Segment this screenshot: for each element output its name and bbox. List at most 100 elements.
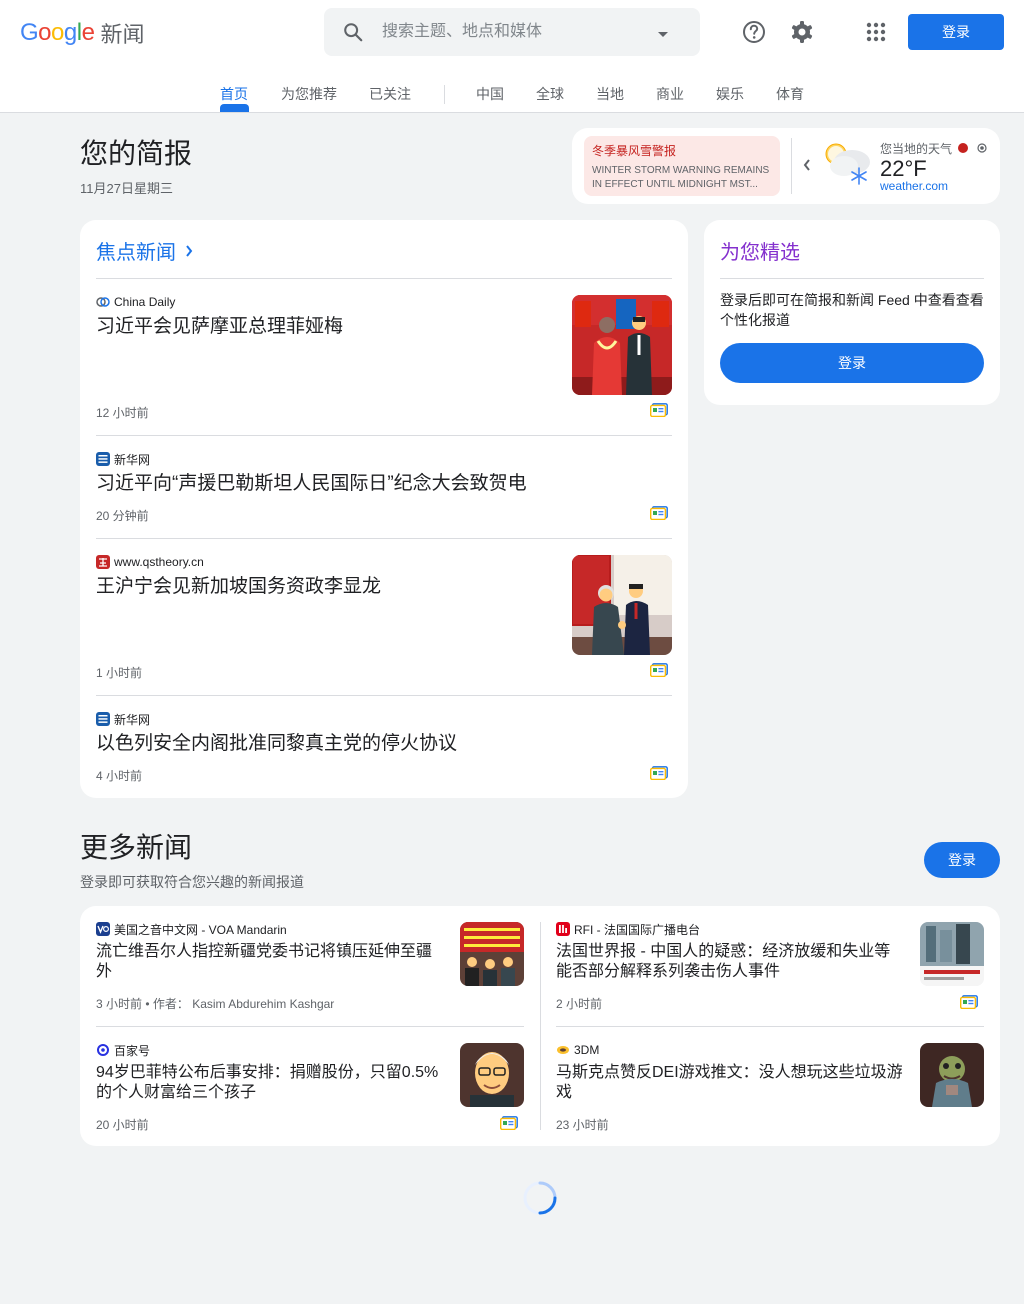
story-card[interactable]: China Daily 习近平会见萨摩亚总理菲娅梅 12 小时前 [96, 295, 672, 423]
rfi-logo-icon [556, 922, 570, 936]
story-card[interactable]: 3DM 马斯克点赞反DEI游戏推文：没人想玩这些垃圾游戏 23 小时前 [556, 1043, 984, 1139]
picks-description: 登录后即可在简报和新闻 Feed 中查看查看个性化报道 [720, 292, 984, 328]
congress-photo [460, 922, 524, 986]
full-coverage-icon[interactable] [960, 995, 978, 1009]
3dm-logo-icon [557, 1046, 569, 1054]
source-name: 3DM [574, 1043, 600, 1057]
weather-alert[interactable]: 冬季暴风雪警报 WINTER STORM WARNING REMAINS IN … [584, 136, 780, 196]
source-name: 百家号 [114, 1043, 151, 1058]
source-name: 新华网 [114, 452, 151, 467]
dropdown-icon[interactable] [658, 32, 668, 37]
tab-home[interactable]: 首页 [220, 84, 248, 104]
story-card[interactable]: www.qstheory.cn 王沪宁会见新加坡国务资政李显龙 1 小时前 [96, 555, 672, 683]
loading-spinner-icon [523, 1181, 557, 1215]
story-thumbnail[interactable] [460, 1043, 524, 1107]
full-coverage-icon[interactable] [650, 766, 668, 780]
story-headline[interactable]: 马斯克点赞反DEI游戏推文：没人想玩这些垃圾游戏 [556, 1063, 906, 1103]
full-coverage-icon[interactable] [500, 1116, 518, 1130]
source-name: 新华网 [114, 712, 151, 727]
google-news-logo[interactable]: Google 新闻 [20, 18, 144, 48]
weather-source-link[interactable]: weather.com [880, 179, 948, 193]
more-news-subtitle: 登录即可获取符合您兴趣的新闻报道 [80, 874, 304, 890]
top-stories-card: 焦点新闻 China Daily 习近平会见萨摩亚总理菲娅梅 12 小时前 新华… [80, 220, 688, 798]
top-stories-heading[interactable]: 焦点新闻 [96, 236, 194, 265]
handshake-photo [572, 555, 672, 655]
divider [96, 278, 672, 279]
story-time: 4 小时前 [96, 769, 143, 783]
picks-login-button[interactable]: 登录 [720, 343, 984, 383]
meeting-photo [572, 295, 672, 395]
picks-title: 为您精选 [720, 242, 800, 264]
story-card[interactable]: 新华网 以色列安全内阁批准同黎真主党的停火协议 4 小时前 [96, 712, 672, 783]
tab-following[interactable]: 已关注 [369, 84, 411, 104]
tab-divider [444, 85, 445, 104]
help-icon[interactable] [740, 18, 768, 46]
top-bar: Google 新闻 登录 首页 为您推荐 [0, 0, 1024, 113]
story-headline[interactable]: 法国世界报 - 中国人的疑惑：经济放缓和失业等能否部分解释系列袭击伤人事件 [556, 942, 906, 982]
divider [96, 695, 672, 696]
source-name: www.qstheory.cn [114, 555, 204, 569]
search-box[interactable] [324, 8, 700, 56]
picks-for-you-card: 为您精选 登录后即可在简报和新闻 Feed 中查看查看个性化报道 登录 [704, 220, 1000, 405]
xinhua-logo-icon [96, 712, 110, 726]
tab-world[interactable]: 全球 [536, 84, 564, 104]
snow-weather-icon [825, 143, 870, 185]
chevron-left-icon[interactable] [802, 158, 812, 172]
story-thumbnail[interactable] [572, 555, 672, 655]
story-thumbnail[interactable] [920, 922, 984, 986]
story-headline[interactable]: 习近平会见萨摩亚总理菲娅梅 [96, 315, 546, 339]
divider [720, 278, 984, 279]
full-coverage-icon[interactable] [650, 663, 668, 677]
story-time: 23 小时前 [556, 1118, 609, 1132]
story-headline[interactable]: 王沪宁会见新加坡国务资政李显龙 [96, 575, 546, 599]
tab-sports[interactable]: 体育 [776, 84, 804, 104]
full-coverage-icon[interactable] [650, 506, 668, 520]
story-headline[interactable]: 流亡维吾尔人指控新疆党委书记将镇压延伸至疆外 [96, 942, 446, 982]
full-coverage-icon[interactable] [650, 403, 668, 417]
weather-divider [791, 138, 792, 194]
source-name: China Daily [114, 295, 176, 309]
story-time: 1 小时前 [96, 666, 143, 680]
weather-label: 您当地的天气 [880, 142, 953, 156]
settings-icon[interactable] [788, 18, 816, 46]
story-source: 新华网 [96, 712, 672, 727]
story-card[interactable]: 美国之音中文网 - VOA Mandarin 流亡维吾尔人指控新疆党委书记将镇压… [96, 922, 524, 1018]
tab-entertainment[interactable]: 娱乐 [716, 84, 744, 104]
source-name: 美国之音中文网 - VOA Mandarin [114, 922, 287, 937]
game-character-photo [920, 1043, 984, 1107]
column-divider [540, 922, 541, 1130]
story-card[interactable]: 新华网 习近平向“声援巴勒斯坦人民国际日”纪念大会致贺电 20 分钟前 [96, 452, 672, 523]
story-headline[interactable]: 94岁巴菲特公布后事安排：捐赠股份，只留0.5%的个人财富给三个孩子 [96, 1063, 446, 1103]
baijiahao-logo-icon [97, 1044, 109, 1056]
tab-business[interactable]: 商业 [656, 84, 684, 104]
story-headline[interactable]: 以色列安全内阁批准同黎真主党的停火协议 [96, 732, 636, 756]
story-time: 2 小时前 [556, 997, 603, 1011]
story-thumbnail[interactable] [460, 922, 524, 986]
portrait-photo [460, 1043, 524, 1107]
top-stories-heading-label: 焦点新闻 [96, 242, 176, 264]
active-tab-indicator [220, 104, 249, 112]
section-tabs: 首页 为您推荐 已关注 中国 全球 当地 商业 娱乐 体育 [0, 84, 1024, 112]
divider [96, 1026, 524, 1027]
alert-title: 冬季暴风雪警报 [592, 144, 677, 158]
briefing-title: 您的简报 [80, 138, 193, 169]
story-time: 3 小时前 • 作者： Kasim Abdurehim Kashgar [96, 997, 335, 1011]
location-icon[interactable] [976, 142, 988, 154]
apps-icon[interactable] [862, 18, 890, 46]
newspaper-photo [920, 922, 984, 986]
story-thumbnail[interactable] [572, 295, 672, 395]
divider [96, 538, 672, 539]
login-button[interactable]: 登录 [908, 14, 1004, 50]
story-card[interactable]: RFI - 法国国际广播电台 法国世界报 - 中国人的疑惑：经济放缓和失业等能否… [556, 922, 984, 1018]
story-thumbnail[interactable] [920, 1043, 984, 1107]
story-headline[interactable]: 习近平向“声援巴勒斯坦人民国际日”纪念大会致贺电 [96, 472, 636, 496]
search-icon[interactable] [342, 21, 364, 43]
tab-local[interactable]: 当地 [596, 84, 624, 104]
weather-widget: 冬季暴风雪警报 WINTER STORM WARNING REMAINS IN … [572, 128, 1000, 204]
chevron-right-icon [186, 244, 193, 257]
story-card[interactable]: 百家号 94岁巴菲特公布后事安排：捐赠股份，只留0.5%的个人财富给三个孩子 2… [96, 1043, 524, 1139]
more-news-login-button[interactable]: 登录 [924, 842, 1000, 878]
search-input[interactable] [382, 20, 642, 44]
tab-china[interactable]: 中国 [476, 84, 504, 104]
tab-for-you[interactable]: 为您推荐 [281, 84, 337, 104]
